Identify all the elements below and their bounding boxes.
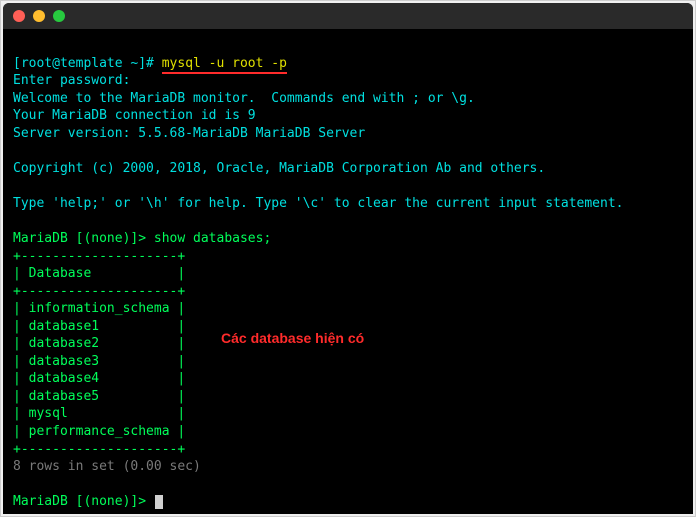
table-border-bottom: +--------------------+ [13,442,185,457]
table-row: | database5 | [13,389,185,404]
mariadb-prompt-1: MariaDB [(none)]> [13,231,154,246]
rows-summary: 8 rows in set (0.00 sec) [13,459,201,474]
table-row: | database3 | [13,354,185,369]
table-border-mid: +--------------------+ [13,284,185,299]
enter-password: Enter password: [13,73,130,88]
cursor [155,495,163,509]
table-row: | performance_schema | [13,424,185,439]
table-header: | Database | [13,266,185,281]
annotation-label: Các database hiện có [221,329,364,348]
table-row: | information_schema | [13,301,185,316]
minimize-icon[interactable] [33,10,45,22]
terminal-window: [root@template ~]# mysql -u root -p Ente… [3,3,693,514]
welcome-line: Welcome to the MariaDB monitor. Commands… [13,91,475,106]
copyright-line: Copyright (c) 2000, 2018, Oracle, MariaD… [13,161,545,176]
table-row: | database2 | [13,336,185,351]
maximize-icon[interactable] [53,10,65,22]
table-row: | database1 | [13,319,185,334]
table-border-top: +--------------------+ [13,249,185,264]
table-row: | database4 | [13,371,185,386]
server-version: Server version: 5.5.68-MariaDB MariaDB S… [13,126,365,141]
close-icon[interactable] [13,10,25,22]
show-databases-cmd: show databases; [154,231,271,246]
table-row: | mysql | [13,406,185,421]
typed-command: mysql -u root -p [162,56,287,74]
shell-prompt: [root@template ~]# [13,56,162,71]
connection-id: Your MariaDB connection id is 9 [13,108,256,123]
terminal-body[interactable]: [root@template ~]# mysql -u root -p Ente… [3,29,693,514]
mariadb-prompt-2: MariaDB [(none)]> [13,494,154,509]
titlebar [3,3,693,29]
help-line: Type 'help;' or '\h' for help. Type '\c'… [13,196,623,211]
